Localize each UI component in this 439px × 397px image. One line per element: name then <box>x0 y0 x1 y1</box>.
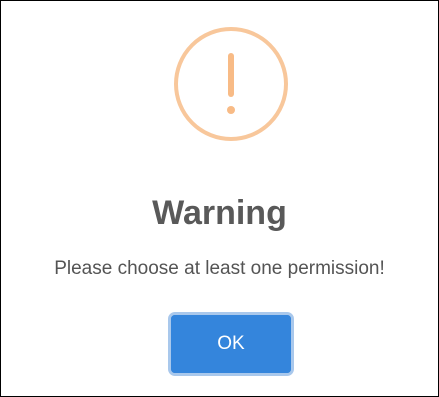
ok-button[interactable]: OK <box>168 312 294 376</box>
dialog-title: Warning <box>152 194 287 232</box>
ok-button-label: OK <box>171 315 291 373</box>
exclamation-circle-icon <box>174 27 288 141</box>
warning-dialog: Warning Please choose at least one permi… <box>0 0 439 397</box>
dialog-message: Please choose at least one permission! <box>54 258 385 279</box>
